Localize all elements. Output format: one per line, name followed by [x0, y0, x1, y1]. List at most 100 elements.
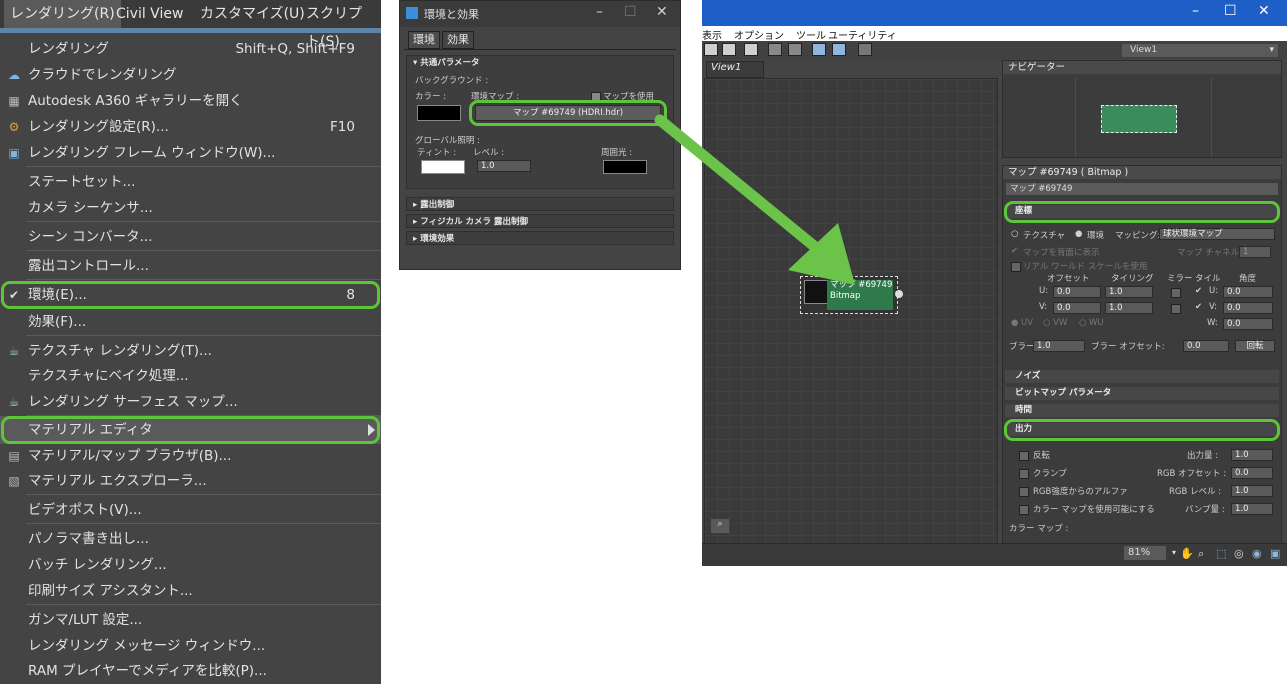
- menu-item-render[interactable]: レンダリング Shift+Q, Shift+F9: [0, 35, 381, 63]
- view-selector[interactable]: View1 ▾: [1122, 44, 1278, 57]
- menu-item-camera-sequencer[interactable]: カメラ シーケンサ...: [0, 194, 381, 222]
- zoom-magnifier-icon[interactable]: ⌕: [1198, 547, 1204, 561]
- menu-item-render-surface-map[interactable]: ☕ レンダリング サーフェス マップ...: [0, 388, 381, 416]
- output-amount-spinner[interactable]: 1.0: [1231, 449, 1273, 461]
- v-mirror-checkbox[interactable]: [1171, 304, 1181, 314]
- background-color-swatch[interactable]: [417, 105, 461, 121]
- time-rollout[interactable]: 時間: [1005, 404, 1279, 417]
- menu-item-bake-to-texture[interactable]: テクスチャにベイク処理...: [0, 362, 381, 390]
- v-tile-check-icon[interactable]: ✔: [1195, 302, 1202, 312]
- bump-amount-spinner[interactable]: 1.0: [1231, 503, 1273, 515]
- menu-tools[interactable]: ツール: [796, 27, 826, 42]
- close-icon[interactable]: ✕: [1258, 3, 1270, 19]
- map-channel-spinner[interactable]: 1: [1239, 246, 1271, 258]
- v-tiling-spinner[interactable]: 1.0: [1105, 302, 1153, 314]
- menu-item-material-explorer[interactable]: ▧ マテリアル エクスプローラ...: [0, 467, 381, 495]
- maximize-icon[interactable]: ☐: [624, 4, 637, 20]
- blur-spinner[interactable]: 1.0: [1033, 340, 1085, 352]
- enable-color-map-checkbox[interactable]: [1019, 505, 1029, 515]
- blur-offset-spinner[interactable]: 0.0: [1183, 340, 1229, 352]
- radio-environ[interactable]: ●: [1075, 229, 1082, 239]
- u-tile-check-icon[interactable]: ✔: [1195, 286, 1202, 296]
- menu-item-effects[interactable]: 効果(F)...: [0, 308, 381, 336]
- close-icon[interactable]: ✕: [656, 4, 668, 20]
- menu-item-material-map-browser[interactable]: ▤ マテリアル/マップ ブラウザ(B)...: [0, 442, 381, 470]
- menu-item-ram-player[interactable]: RAM プレイヤーでメディアを比較(P)...: [0, 657, 381, 684]
- zoom-level-field[interactable]: 81% ▾: [1124, 546, 1176, 560]
- invert-checkbox[interactable]: [1019, 451, 1029, 461]
- tab-effects[interactable]: 効果: [442, 31, 474, 49]
- show-background-icon[interactable]: [832, 43, 846, 56]
- radio-vw[interactable]: ○: [1043, 318, 1050, 328]
- menubar-script[interactable]: スクリプト(S): [300, 0, 381, 50]
- menu-view[interactable]: 表示: [702, 27, 722, 42]
- zoom-all-icon[interactable]: ▣: [1270, 547, 1280, 560]
- layout-icon[interactable]: [858, 43, 872, 56]
- radio-texture[interactable]: ○: [1011, 229, 1018, 239]
- menu-item-print-size-assistant[interactable]: 印刷サイズ アシスタント...: [0, 577, 381, 605]
- tab-environment[interactable]: 環境: [408, 31, 440, 49]
- rgb-level-spinner[interactable]: 1.0: [1231, 485, 1273, 497]
- rollout-header[interactable]: ▾ 共通パラメータ: [407, 56, 479, 70]
- zoom-region-icon[interactable]: ⬚: [1216, 547, 1226, 560]
- delete-icon[interactable]: [768, 43, 782, 56]
- menu-utilities[interactable]: ユーティリティ: [828, 27, 897, 42]
- zoom-selected-icon[interactable]: ◉: [1252, 547, 1262, 560]
- radio-uv[interactable]: ●: [1011, 318, 1018, 328]
- rgb-offset-spinner[interactable]: 0.0: [1231, 467, 1273, 479]
- move-children-icon[interactable]: [788, 43, 802, 56]
- menubar-rendering[interactable]: レンダリング(R): [4, 0, 121, 28]
- v-offset-spinner[interactable]: 0.0: [1053, 302, 1101, 314]
- menu-item-exposure-control[interactable]: 露出コントロール...: [0, 252, 381, 280]
- v-angle-spinner[interactable]: 0.0: [1223, 302, 1273, 314]
- clamp-checkbox[interactable]: [1019, 469, 1029, 479]
- zoom-extents-icon[interactable]: ◎: [1234, 547, 1244, 560]
- w-angle-spinner[interactable]: 0.0: [1223, 318, 1273, 330]
- menu-item-a360-gallery[interactable]: ▦ Autodesk A360 ギャラリーを開く: [0, 87, 381, 115]
- menu-item-render-message-window[interactable]: レンダリング メッセージ ウィンドウ...: [0, 632, 381, 660]
- minimize-icon[interactable]: –: [1192, 3, 1199, 19]
- level-spinner[interactable]: 1.0: [477, 160, 531, 172]
- u-angle-spinner[interactable]: 0.0: [1223, 286, 1273, 298]
- menu-item-video-post[interactable]: ビデオポスト(V)...: [0, 496, 381, 524]
- radio-wu[interactable]: ○: [1079, 318, 1086, 328]
- assign-material-icon[interactable]: [744, 43, 758, 56]
- noise-rollout[interactable]: ノイズ: [1005, 370, 1279, 383]
- menu-item-scene-converter[interactable]: シーン コンバータ...: [0, 223, 381, 251]
- maximize-icon[interactable]: ☐: [1224, 3, 1237, 19]
- ambient-color-swatch[interactable]: [603, 160, 647, 174]
- u-tiling-spinner[interactable]: 1.0: [1105, 286, 1153, 298]
- node-output-socket[interactable]: [895, 290, 903, 298]
- real-world-checkbox[interactable]: [1011, 262, 1021, 272]
- pan-hand-icon[interactable]: ✋: [1180, 547, 1194, 560]
- exposure-control-rollout[interactable]: ▸ 露出制御: [406, 197, 674, 211]
- menu-item-render-to-texture[interactable]: ☕ テクスチャ レンダリング(T)...: [0, 337, 381, 365]
- menu-item-render-frame-window[interactable]: ▣ レンダリング フレーム ウィンドウ(W)...: [0, 139, 381, 167]
- view-tab[interactable]: View1: [706, 61, 764, 78]
- minimize-icon[interactable]: –: [596, 4, 603, 20]
- menu-item-render-setup[interactable]: ⚙ レンダリング設定(R)... F10: [0, 113, 381, 141]
- rotate-button[interactable]: 回転: [1235, 340, 1275, 352]
- pick-material-icon[interactable]: [722, 43, 736, 56]
- menu-item-batch-render[interactable]: バッチ レンダリング...: [0, 551, 381, 579]
- atmosphere-rollout[interactable]: ▸ 環境効果: [406, 231, 674, 245]
- map-name-field[interactable]: マップ #69749: [1006, 183, 1278, 195]
- menu-options[interactable]: オプション: [734, 27, 784, 42]
- physical-camera-exposure-rollout[interactable]: ▸ フィジカル カメラ 露出制御: [406, 214, 674, 228]
- alpha-from-rgb-checkbox[interactable]: [1019, 487, 1029, 497]
- menubar-civil-view[interactable]: Civil View: [110, 0, 189, 28]
- menu-item-state-sets[interactable]: ステートセット...: [0, 168, 381, 196]
- select-tool-icon[interactable]: [704, 43, 718, 56]
- bitmap-params-rollout[interactable]: ビットマップ パラメータ: [1005, 387, 1279, 400]
- checkmark-icon[interactable]: ✔: [1011, 246, 1018, 256]
- mapping-dropdown[interactable]: 球状環境マップ: [1159, 228, 1275, 240]
- menu-item-cloud-render[interactable]: ☁ クラウドでレンダリング: [0, 61, 381, 89]
- show-map-in-viewport-icon[interactable]: [812, 43, 826, 56]
- menu-item-panorama-export[interactable]: パノラマ書き出し...: [0, 525, 381, 553]
- menubar-customize[interactable]: カスタマイズ(U): [194, 0, 311, 28]
- tint-color-swatch[interactable]: [421, 160, 465, 174]
- menu-item-gamma-lut[interactable]: ガンマ/LUT 設定...: [0, 606, 381, 634]
- u-offset-spinner[interactable]: 0.0: [1053, 286, 1101, 298]
- binoculars-icon[interactable]: ⌕: [711, 519, 729, 533]
- u-mirror-checkbox[interactable]: [1171, 288, 1181, 298]
